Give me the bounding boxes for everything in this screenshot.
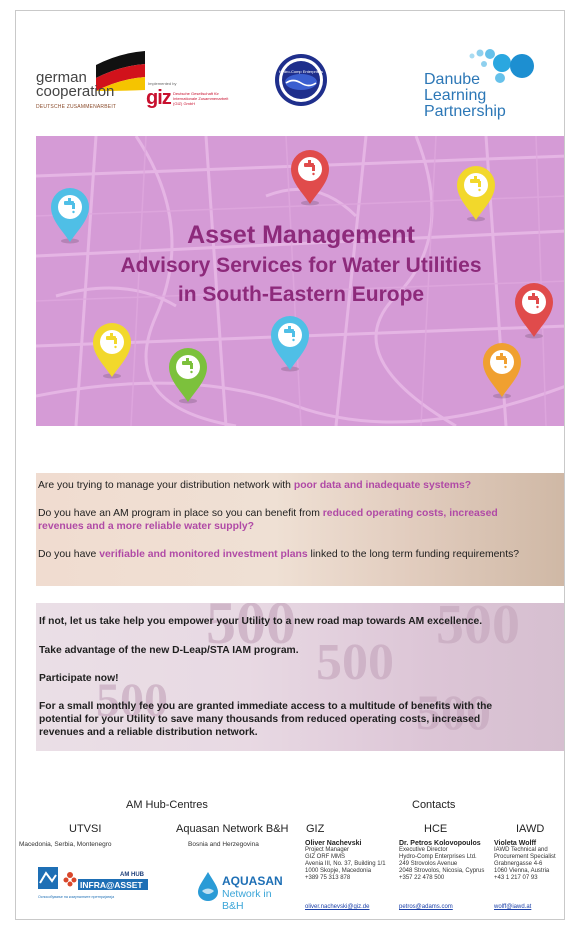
- hub-aquasan-name: Aquasan Network B&H: [176, 823, 289, 835]
- german-cooperation-subtitle: DEUTSCHE ZUSAMMENARBEIT: [36, 104, 117, 110]
- map-pin-icon: [169, 348, 207, 404]
- infra-logo-tagline: Оспособување на комуналните претпријатиј…: [38, 895, 114, 899]
- questions-box: Are you trying to manage your distributi…: [36, 473, 564, 586]
- hce-logo-text: Hydro-Comp Enterprises: [279, 69, 323, 74]
- answer-1: If not, let us take help you empower you…: [39, 616, 483, 627]
- question-2: Do you have an AM program in place so yo…: [38, 507, 498, 533]
- contact-giz-org: GIZ: [306, 823, 325, 835]
- contact-hce-line: Hydro-Comp Enterprises Ltd.: [399, 854, 477, 860]
- contact-iawd-name: Violeta Wolff: [494, 840, 537, 847]
- hce-logo: Hydro-Comp Enterprises: [275, 54, 327, 106]
- contact-giz-email-link[interactable]: oliver.nachevski@giz.de: [305, 904, 369, 910]
- contacts-title: Contacts: [412, 799, 456, 811]
- question-3-highlight: verifiable and monitored investment plan…: [99, 549, 308, 560]
- cooperation-word: cooperation: [36, 83, 115, 100]
- german-cooperation-logo: german cooperation DEUTSCHE ZUSAMMENARBE…: [36, 51, 146, 121]
- dlp-wordmark: Danube Learning Partnership: [424, 72, 506, 120]
- giz-wordmark: giz: [146, 87, 172, 109]
- contact-iawd-line: +43 1 217 07 93: [494, 875, 538, 881]
- hub-utvsi-region: Macedonia, Serbia, Montenegro: [19, 841, 112, 848]
- contact-iawd-email-link[interactable]: wolff@iawd.at: [494, 904, 531, 910]
- banknote-watermark: 500: [436, 603, 520, 656]
- banner-subtitle-line-1: Advisory Services for Water Utilities: [120, 254, 482, 277]
- danube-learning-partnership-logo: Danube Learning Partnership: [424, 46, 544, 121]
- contact-iawd: Violeta Wolff IAWD Technical and Procure…: [494, 840, 556, 882]
- hub-centres-title: AM Hub-Centres: [126, 799, 208, 811]
- infra-asset-logo-graphic: AM HUB INFRA@ASSET Оспособување на комун…: [38, 867, 148, 899]
- map-pin-icon: [51, 188, 89, 244]
- question-3: Do you have verifiable and monitored inv…: [38, 548, 519, 561]
- answers-box: 500 500 500 500 500 If not, let us take …: [36, 603, 564, 751]
- contact-giz-line: GIZ ORF MMS: [305, 854, 345, 860]
- aquasan-logo: AQUASAN Network in B&H: [196, 869, 296, 912]
- question-1-highlight: poor data and inadequate systems?: [293, 480, 472, 491]
- contact-hce-email-link[interactable]: petros@adams.com: [399, 904, 453, 910]
- answer-2: Take advantage of the new D-Leap/STA IAM…: [39, 645, 299, 656]
- contact-iawd-org: IAWD: [516, 823, 545, 835]
- contact-iawd-line: 1060 Vienna, Austria: [494, 868, 550, 874]
- contact-giz-line: 1000 Skopje, Macedonia: [305, 868, 372, 874]
- contact-hce-name: Dr. Petros Kolovopoulos: [399, 840, 481, 847]
- answer-4: For a small monthly fee you are granted …: [39, 700, 492, 739]
- map-pin-icon: [483, 343, 521, 399]
- dlp-word-1: Danube: [424, 71, 481, 88]
- banner: Asset Management Advisory Services for W…: [36, 136, 564, 426]
- logo-row: german cooperation DEUTSCHE ZUSAMMENARBE…: [16, 41, 564, 126]
- answer-4-line-1: For a small monthly fee you are granted …: [39, 701, 493, 712]
- map-pin-icon: [457, 166, 495, 222]
- contact-hce: Dr. Petros Kolovopoulos Executive Direct…: [399, 840, 484, 882]
- giz-description: Deutsche Gesellschaft für Internationale…: [173, 91, 229, 106]
- question-1-text: Are you trying to manage your distributi…: [38, 480, 294, 491]
- question-2-highlight-cont: revenues and a more reliable water suppl…: [38, 521, 254, 532]
- banner-subtitle-line-2: in South-Eastern Europe: [177, 283, 425, 306]
- map-pin-icon: [271, 316, 309, 372]
- water-drop-icon: [198, 872, 218, 901]
- answer-3: Participate now!: [39, 673, 119, 684]
- question-3-text: Do you have: [38, 549, 100, 560]
- giz-logo: Implemented by giz Deutsche Gesellschaft…: [146, 81, 246, 111]
- question-2-text: Do you have an AM program in place so yo…: [38, 508, 323, 519]
- contact-hce-line: 2048 Strovolos, Nicosia, Cyprus: [399, 868, 485, 874]
- banner-title: Asset Management: [187, 221, 415, 249]
- contact-hce-line: Executive Director: [399, 847, 448, 853]
- hub-aquasan-region: Bosnia and Herzegovina: [188, 841, 259, 848]
- german-cooperation-wordmark: german cooperation: [36, 70, 115, 100]
- map-pin-icon: [515, 283, 553, 339]
- contact-iawd-line: Procurement Specialist: [494, 854, 556, 860]
- aquasan-subtitle: Network in B&H: [222, 888, 272, 912]
- infra-logo-wordmark: INFRA@ASSET: [80, 880, 143, 890]
- contact-iawd-line: IAWD Technical and: [494, 847, 548, 853]
- answer-4-line-3: revenues and a reliable distribution net…: [39, 727, 258, 738]
- banner-heading: Asset Management Advisory Services for W…: [36, 220, 564, 309]
- banknote-watermark: 500: [316, 634, 394, 691]
- dlp-word-2: Learning: [424, 87, 487, 104]
- question-1: Are you trying to manage your distributi…: [38, 479, 471, 492]
- contact-hce-line: 249 Strovolos Avenue: [399, 861, 458, 867]
- question-3-text-end: linked to the long term funding requirem…: [307, 549, 520, 560]
- contact-giz-line: Project Manager: [305, 847, 350, 853]
- infra-asset-logo: AM HUB INFRA@ASSET Оспособување на комун…: [36, 863, 156, 908]
- contact-giz: Oliver Nachevski Project Manager GIZ ORF…: [305, 840, 386, 882]
- map-pin-icon: [291, 150, 329, 206]
- map-pin-icon: [93, 323, 131, 379]
- contact-giz-name: Oliver Nachevski: [305, 840, 362, 847]
- dlp-word-3: Partnership: [424, 103, 506, 120]
- contact-giz-line: Avenia III, No. 37, Building 1/1: [305, 861, 386, 867]
- contact-hce-org: HCE: [424, 823, 448, 835]
- contact-giz-line: +389 75 313 878: [305, 875, 351, 881]
- contact-iawd-line: Grabnergasse 4-6: [494, 861, 543, 867]
- giz-implemented-by: Implemented by: [148, 81, 177, 86]
- infra-logo-am-hub: AM HUB: [120, 872, 145, 878]
- hub-utvsi-name: UTVSI: [69, 823, 102, 835]
- answer-4-line-2: potential for your Utility to save many …: [39, 714, 481, 725]
- aquasan-wordmark: AQUASAN: [222, 874, 283, 888]
- flyer-page: german cooperation DEUTSCHE ZUSAMMENARBE…: [15, 10, 565, 920]
- contact-hce-line: +357 22 478 500: [399, 875, 445, 881]
- question-2-highlight: reduced operating costs, increased: [322, 508, 498, 519]
